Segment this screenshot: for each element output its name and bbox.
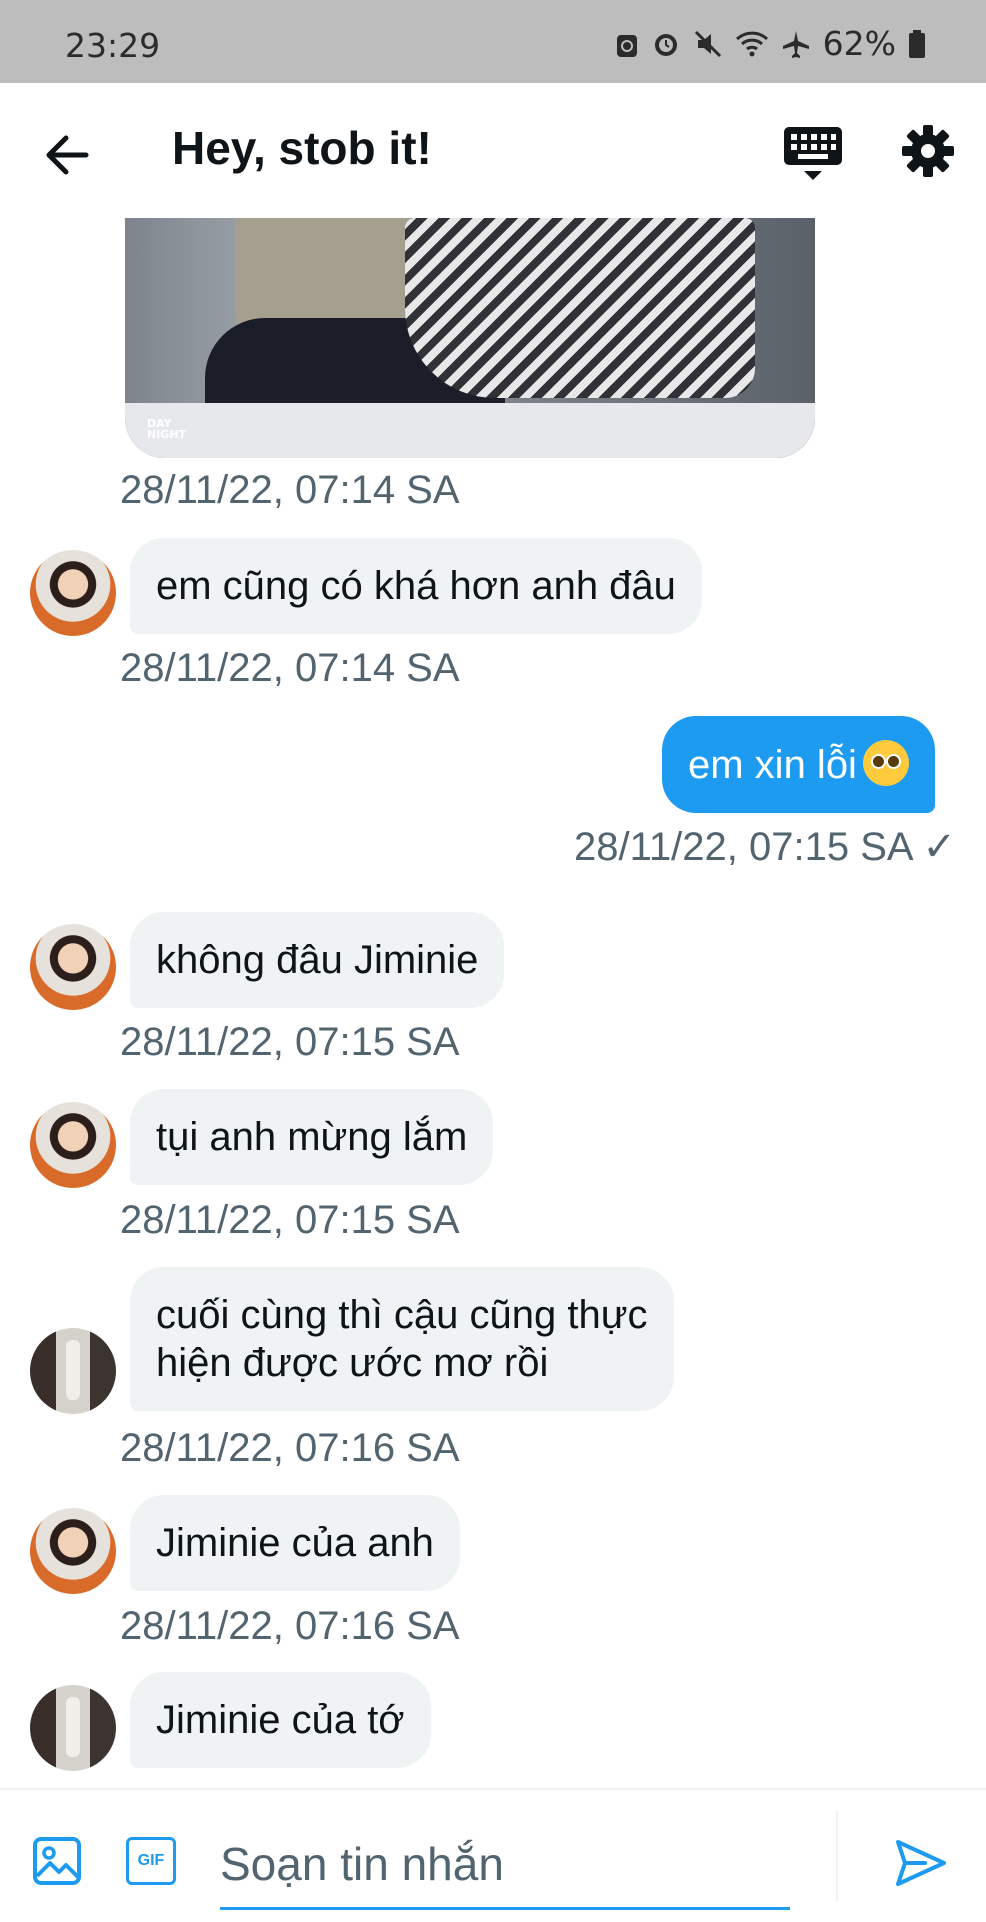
avatar[interactable]: [30, 550, 116, 636]
message-text: em xin lỗi: [688, 743, 857, 787]
message-text: Jiminie của tớ: [156, 1698, 405, 1742]
message-bubble-received[interactable]: cuối cùng thì cậu cũng thực hiện được ướ…: [130, 1267, 674, 1411]
message-input[interactable]: [220, 1820, 790, 1910]
message-timestamp: 28/11/22, 07:16 SA: [120, 1426, 460, 1470]
settings-gear-icon[interactable]: [900, 123, 956, 179]
message-text: tụi anh mừng lắm: [156, 1115, 468, 1159]
avatar[interactable]: [30, 924, 116, 1010]
back-arrow-icon[interactable]: [38, 125, 98, 185]
keyboard-icon[interactable]: [782, 123, 844, 183]
conversation-title: Hey, stob it!: [172, 122, 432, 174]
avatar[interactable]: [30, 1328, 116, 1414]
message-composer: GIF: [0, 1788, 986, 1922]
message-text: không đâu Jiminie: [156, 938, 479, 982]
airplane-icon: [782, 30, 809, 58]
battery-icon: [909, 29, 925, 58]
message-timestamp: 28/11/22, 07:16 SA: [120, 1604, 460, 1648]
message-timestamp: 28/11/22, 07:14 SA: [120, 646, 460, 690]
message-bubble-received[interactable]: Jiminie của anh: [130, 1495, 460, 1591]
message-bubble-received[interactable]: Jiminie của tớ: [130, 1672, 431, 1768]
avatar[interactable]: [30, 1685, 116, 1771]
battery-percent: 62%: [822, 24, 896, 63]
message-text-line-2: hiện được ước mơ rồi: [156, 1341, 549, 1385]
status-time: 23:29: [65, 26, 161, 65]
watermark-line-2: NIGHT: [147, 428, 187, 441]
gif-button[interactable]: GIF: [126, 1837, 176, 1885]
media-image-message[interactable]: DAY NIGHT: [125, 218, 815, 458]
message-bubble-received[interactable]: không đâu Jiminie: [130, 912, 505, 1008]
message-bubble-received[interactable]: em cũng có khá hơn anh đâu: [130, 538, 702, 634]
pleading-face-emoji-icon: [862, 740, 909, 786]
image-icon[interactable]: [32, 1836, 82, 1886]
avatar[interactable]: [30, 1508, 116, 1594]
message-bubble-sent[interactable]: em xin lỗi: [662, 716, 935, 813]
message-text-line-1: cuối cùng thì cậu cũng thực: [156, 1293, 648, 1337]
photo-sofa: [125, 403, 815, 458]
composer-divider: [836, 1810, 838, 1902]
message-text: em cũng có khá hơn anh đâu: [156, 564, 676, 608]
send-icon[interactable]: [894, 1836, 948, 1890]
status-icons: 62%: [615, 24, 926, 63]
message-bubble-received[interactable]: tụi anh mừng lắm: [130, 1089, 494, 1185]
photo-watermark: DAY NIGHT: [147, 418, 186, 440]
message-timestamp: 28/11/22, 07:15 SA: [120, 1020, 460, 1064]
recycle-icon: [616, 34, 637, 57]
mute-icon: [694, 30, 721, 57]
conversation-header: Hey, stob it!: [0, 83, 986, 218]
status-bar: 23:29 62%: [0, 0, 986, 83]
avatar[interactable]: [30, 1102, 116, 1188]
message-timestamp-read: 28/11/22, 07:15 SA ✓: [574, 825, 956, 869]
message-text: Jiminie của anh: [156, 1521, 434, 1565]
wifi-icon: [735, 31, 768, 56]
message-timestamp: 28/11/22, 07:15 SA: [120, 1198, 460, 1242]
alarm-icon: [654, 33, 677, 56]
photo-pillow: [405, 218, 755, 398]
message-timestamp: 28/11/22, 07:14 SA: [120, 468, 460, 512]
